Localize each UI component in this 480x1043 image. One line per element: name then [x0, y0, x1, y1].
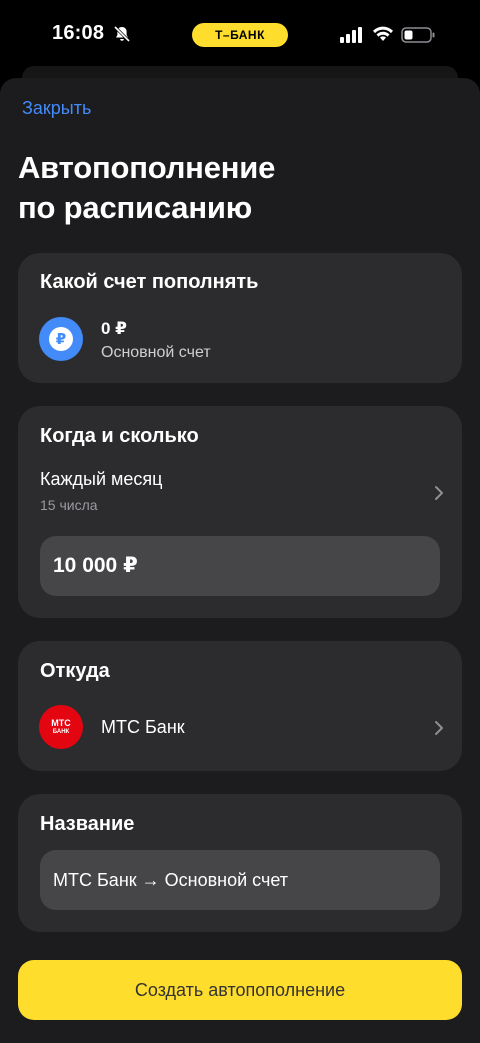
source-bank-name: МТС Банк — [101, 717, 185, 737]
account-name: Основной счет — [101, 344, 211, 361]
chevron-right-icon — [435, 721, 443, 735]
autopay-name-input[interactable]: МТС Банк → Основной счет — [40, 850, 440, 910]
amount-field[interactable]: 10 000 ₽ — [40, 536, 440, 596]
name-card: Название МТС Банк → Основной счет — [18, 794, 462, 932]
account-card-title: Какой счет пополнять — [40, 271, 259, 293]
bank-logo-line1: МТС — [51, 718, 71, 728]
mts-bank-logo-icon: МТС БАНК — [39, 705, 83, 749]
schedule-card: Когда и сколько Каждый месяц 15 числа 10… — [18, 406, 462, 618]
create-autopay-button[interactable]: Создать автопополнение — [18, 960, 462, 1020]
cellular-signal-icon — [340, 27, 362, 43]
ruble-symbol: ₽ — [49, 327, 73, 351]
account-balance: 0 ₽ — [101, 319, 128, 338]
autopay-name-value: МТС Банк → Основной счет — [53, 870, 288, 890]
page-title-line2: по расписанию — [18, 190, 252, 225]
bell-slash-icon — [113, 25, 131, 43]
status-time: 16:08 — [52, 22, 105, 44]
page-title: Автопополнение по расписанию — [18, 148, 418, 228]
page-title-line1: Автопополнение — [18, 150, 276, 185]
close-button[interactable]: Закрыть — [22, 98, 91, 119]
battery-icon — [401, 27, 435, 43]
frequency-row[interactable]: Каждый месяц 15 числа — [18, 406, 462, 526]
status-bar: 16:08 Т–БАНК — [0, 0, 480, 70]
bank-badge: Т–БАНК — [192, 23, 288, 47]
frequency-label: Каждый месяц — [40, 469, 163, 489]
bank-logo-line2: БАНК — [52, 729, 70, 735]
wifi-icon — [373, 26, 393, 41]
account-card[interactable]: Какой счет пополнять ₽ 0 ₽ Основной счет — [18, 253, 462, 383]
source-card[interactable]: Откуда МТС БАНК МТС Банк — [18, 641, 462, 771]
frequency-day: 15 числа — [40, 497, 98, 513]
amount-value: 10 000 ₽ — [53, 554, 138, 577]
source-card-title: Откуда — [40, 660, 110, 682]
name-card-title: Название — [40, 813, 135, 835]
ruble-icon: ₽ — [39, 317, 83, 361]
chevron-right-icon — [435, 486, 443, 500]
